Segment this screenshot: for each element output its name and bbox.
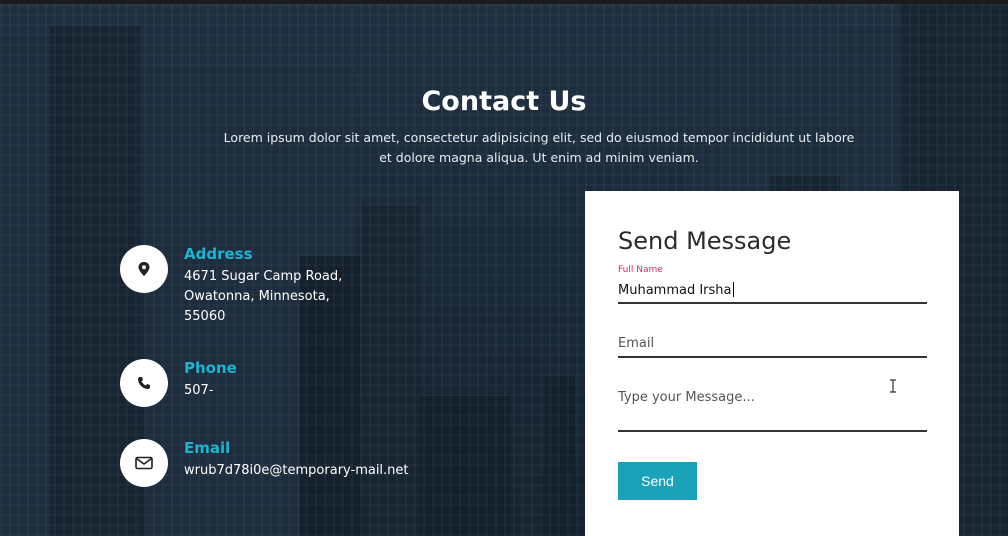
subtitle-line-2: et dolore magna aliqua. Ut enim ad minim…: [379, 150, 699, 165]
email-field[interactable]: Email: [618, 331, 927, 359]
email-value: wrub7d78i0e@temporary-mail.net: [184, 463, 409, 478]
envelope-icon: [120, 439, 168, 487]
phone-icon: [120, 359, 168, 407]
address-line-2: Owatonna, Minnesota,: [184, 289, 330, 304]
message-field[interactable]: Type your Message...: [618, 385, 927, 435]
full-name-input[interactable]: Muhammad Irsha: [618, 282, 734, 298]
address-line-3: 55060: [184, 309, 226, 324]
message-underline: [618, 430, 927, 432]
map-pin-icon: [120, 245, 168, 293]
page-subtitle: Lorem ipsum dolor sit amet, consectetur …: [214, 128, 864, 168]
text-caret: [732, 282, 734, 297]
address-text: 4671 Sugar Camp Road, Owatonna, Minnesot…: [184, 267, 384, 327]
full-name-field[interactable]: Full Name Muhammad Irsha: [618, 265, 927, 305]
full-name-label: Full Name: [618, 265, 663, 275]
phone-value: 507-: [184, 383, 214, 398]
send-message-form: Send Message Full Name Muhammad Irsha Em…: [585, 191, 959, 536]
email-placeholder: Email: [618, 336, 655, 351]
phone-title: Phone: [184, 359, 237, 377]
email-title: Email: [184, 439, 231, 457]
full-name-value: Muhammad Irsha: [618, 283, 732, 298]
send-button[interactable]: Send: [618, 462, 697, 500]
text-cursor-icon: [890, 379, 896, 393]
form-title: Send Message: [618, 227, 792, 255]
address-line-1: 4671 Sugar Camp Road,: [184, 269, 343, 284]
email-underline: [618, 356, 927, 358]
full-name-underline: [618, 302, 927, 304]
message-placeholder: Type your Message...: [618, 390, 755, 405]
address-title: Address: [184, 245, 253, 263]
subtitle-line-1: Lorem ipsum dolor sit amet, consectetur …: [223, 130, 855, 145]
page-title: Contact Us: [421, 86, 587, 117]
